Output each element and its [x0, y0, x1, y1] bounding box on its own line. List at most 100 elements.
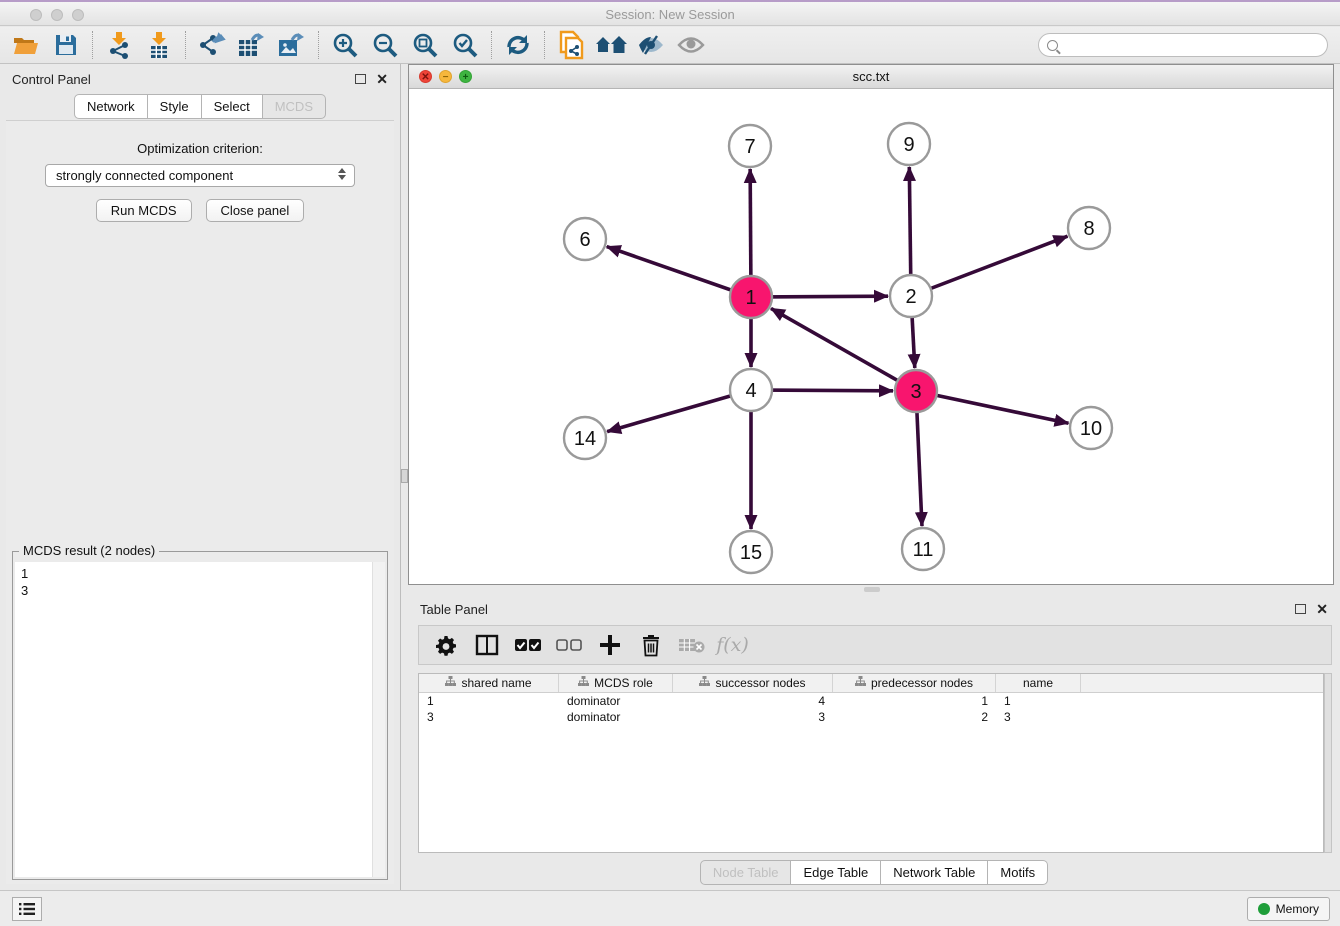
- export-image-icon[interactable]: [272, 29, 312, 61]
- status-bar: Memory: [0, 890, 1340, 926]
- delete-table-icon: [673, 629, 710, 661]
- column-header-shared-name[interactable]: shared name: [419, 674, 559, 692]
- home-icon[interactable]: [591, 29, 631, 61]
- select-stepper-icon: [338, 168, 346, 180]
- node-label-11: 11: [913, 539, 934, 561]
- control-panel-tabs: Network Style Select MCDS: [0, 94, 400, 119]
- edge-2-8[interactable]: [911, 236, 1068, 296]
- table-body: 1dominator4113dominator323: [419, 693, 1323, 725]
- frame-resize-handle[interactable]: [864, 587, 880, 592]
- network-window-titlebar[interactable]: ✕ − + scc.txt: [409, 65, 1333, 89]
- network-canvas[interactable]: 1234678910111415: [409, 89, 1333, 584]
- optimization-select-value: strongly connected component: [56, 168, 233, 183]
- column-label: name: [1023, 676, 1053, 690]
- mcds-result-text[interactable]: 1 3: [15, 562, 385, 877]
- node-table: shared name MCDS role successor nodes prede…: [418, 673, 1324, 853]
- node-label-9: 9: [903, 134, 914, 156]
- optimization-select[interactable]: strongly connected component: [45, 164, 355, 187]
- gear-icon[interactable]: [427, 629, 464, 661]
- table-row[interactable]: 1dominator411: [419, 693, 1323, 709]
- close-panel-icon[interactable]: ✕: [376, 74, 388, 84]
- zoom-in-icon[interactable]: [325, 29, 365, 61]
- edge-3-10[interactable]: [916, 391, 1068, 423]
- result-scrollbar[interactable]: [372, 562, 385, 877]
- column-label: shared name: [461, 676, 531, 690]
- tab-style[interactable]: Style: [148, 94, 202, 119]
- memory-button[interactable]: Memory: [1247, 897, 1330, 921]
- tab-motifs[interactable]: Motifs: [988, 860, 1048, 885]
- column-header-predecessor-nodes[interactable]: predecessor nodes: [833, 674, 996, 692]
- search-field[interactable]: [1063, 38, 1313, 52]
- memory-label: Memory: [1276, 902, 1319, 916]
- panel-splitter[interactable]: [400, 64, 408, 890]
- zoom-out-icon[interactable]: [365, 29, 405, 61]
- hide-eye-icon[interactable]: [631, 29, 671, 61]
- export-table-icon[interactable]: [232, 29, 272, 61]
- table-header-row: shared name MCDS role successor nodes prede…: [419, 674, 1323, 693]
- mcds-result-box: MCDS result (2 nodes) 1 3: [12, 551, 388, 880]
- tree-icon: [445, 676, 456, 690]
- open-folder-icon[interactable]: [6, 29, 46, 61]
- table-panel-title: Table Panel: [420, 602, 1295, 617]
- cell-0-1[interactable]: dominator: [559, 693, 673, 709]
- node-label-14: 14: [574, 428, 596, 450]
- optimization-label: Optimization criterion:: [6, 141, 394, 156]
- clone-network-icon[interactable]: [551, 29, 591, 61]
- zoom-fit-icon[interactable]: [405, 29, 445, 61]
- cell-0-2[interactable]: 4: [673, 693, 833, 709]
- column-header-MCDS-role[interactable]: MCDS role: [559, 674, 673, 692]
- search-input[interactable]: [1038, 33, 1328, 57]
- tab-mcds[interactable]: MCDS: [263, 94, 326, 119]
- show-eye-icon[interactable]: [671, 29, 711, 61]
- cell-1-0[interactable]: 3: [419, 709, 559, 725]
- cell-0-3[interactable]: 1: [833, 693, 996, 709]
- node-label-15: 15: [740, 542, 762, 564]
- task-history-button[interactable]: [12, 897, 42, 921]
- main-toolbar: [0, 27, 1340, 64]
- column-header-name[interactable]: name: [996, 674, 1081, 692]
- close-panel-button[interactable]: Close panel: [206, 199, 305, 222]
- node-label-4: 4: [745, 380, 756, 402]
- tab-node-table[interactable]: Node Table: [700, 860, 792, 885]
- cell-1-4[interactable]: 3: [996, 709, 1081, 725]
- tab-select[interactable]: Select: [202, 94, 263, 119]
- deselect-all-icon[interactable]: [550, 629, 587, 661]
- column-header-successor-nodes[interactable]: successor nodes: [673, 674, 833, 692]
- run-mcds-button[interactable]: Run MCDS: [96, 199, 192, 222]
- table-row[interactable]: 3dominator323: [419, 709, 1323, 725]
- tab-edge-table[interactable]: Edge Table: [791, 860, 881, 885]
- table-panel: Table Panel ✕ f(x) shared nameMCDS roles: [408, 595, 1340, 890]
- cell-0-4[interactable]: 1: [996, 693, 1081, 709]
- cell-1-2[interactable]: 3: [673, 709, 833, 725]
- node-label-10: 10: [1080, 418, 1102, 440]
- column-label: predecessor nodes: [871, 676, 973, 690]
- trash-icon[interactable]: [632, 629, 669, 661]
- node-label-2: 2: [905, 286, 916, 308]
- table-scrollbar[interactable]: [1324, 673, 1332, 853]
- float-panel-icon[interactable]: [355, 74, 366, 84]
- cell-1-3[interactable]: 2: [833, 709, 996, 725]
- edge-1-6[interactable]: [607, 247, 751, 297]
- add-icon[interactable]: [591, 629, 628, 661]
- import-table-icon[interactable]: [139, 29, 179, 61]
- zoom-selected-icon[interactable]: [445, 29, 485, 61]
- column-view-icon[interactable]: [468, 629, 505, 661]
- edge-3-1[interactable]: [771, 308, 916, 391]
- select-all-icon[interactable]: [509, 629, 546, 661]
- edge-4-14[interactable]: [607, 390, 751, 432]
- table-close-icon[interactable]: ✕: [1316, 604, 1328, 614]
- cell-0-0[interactable]: 1: [419, 693, 559, 709]
- table-float-icon[interactable]: [1295, 604, 1306, 614]
- splitter-grip[interactable]: [401, 469, 408, 483]
- refresh-icon[interactable]: [498, 29, 538, 61]
- window-titlebar: Session: New Session: [0, 0, 1340, 26]
- table-toolbar: f(x): [418, 625, 1332, 665]
- tab-network[interactable]: Network: [74, 94, 148, 119]
- export-network-icon[interactable]: [192, 29, 232, 61]
- cell-1-1[interactable]: dominator: [559, 709, 673, 725]
- column-label: successor nodes: [715, 676, 805, 690]
- import-network-icon[interactable]: [99, 29, 139, 61]
- tab-network-table[interactable]: Network Table: [881, 860, 988, 885]
- node-label-8: 8: [1083, 218, 1094, 240]
- save-icon[interactable]: [46, 29, 86, 61]
